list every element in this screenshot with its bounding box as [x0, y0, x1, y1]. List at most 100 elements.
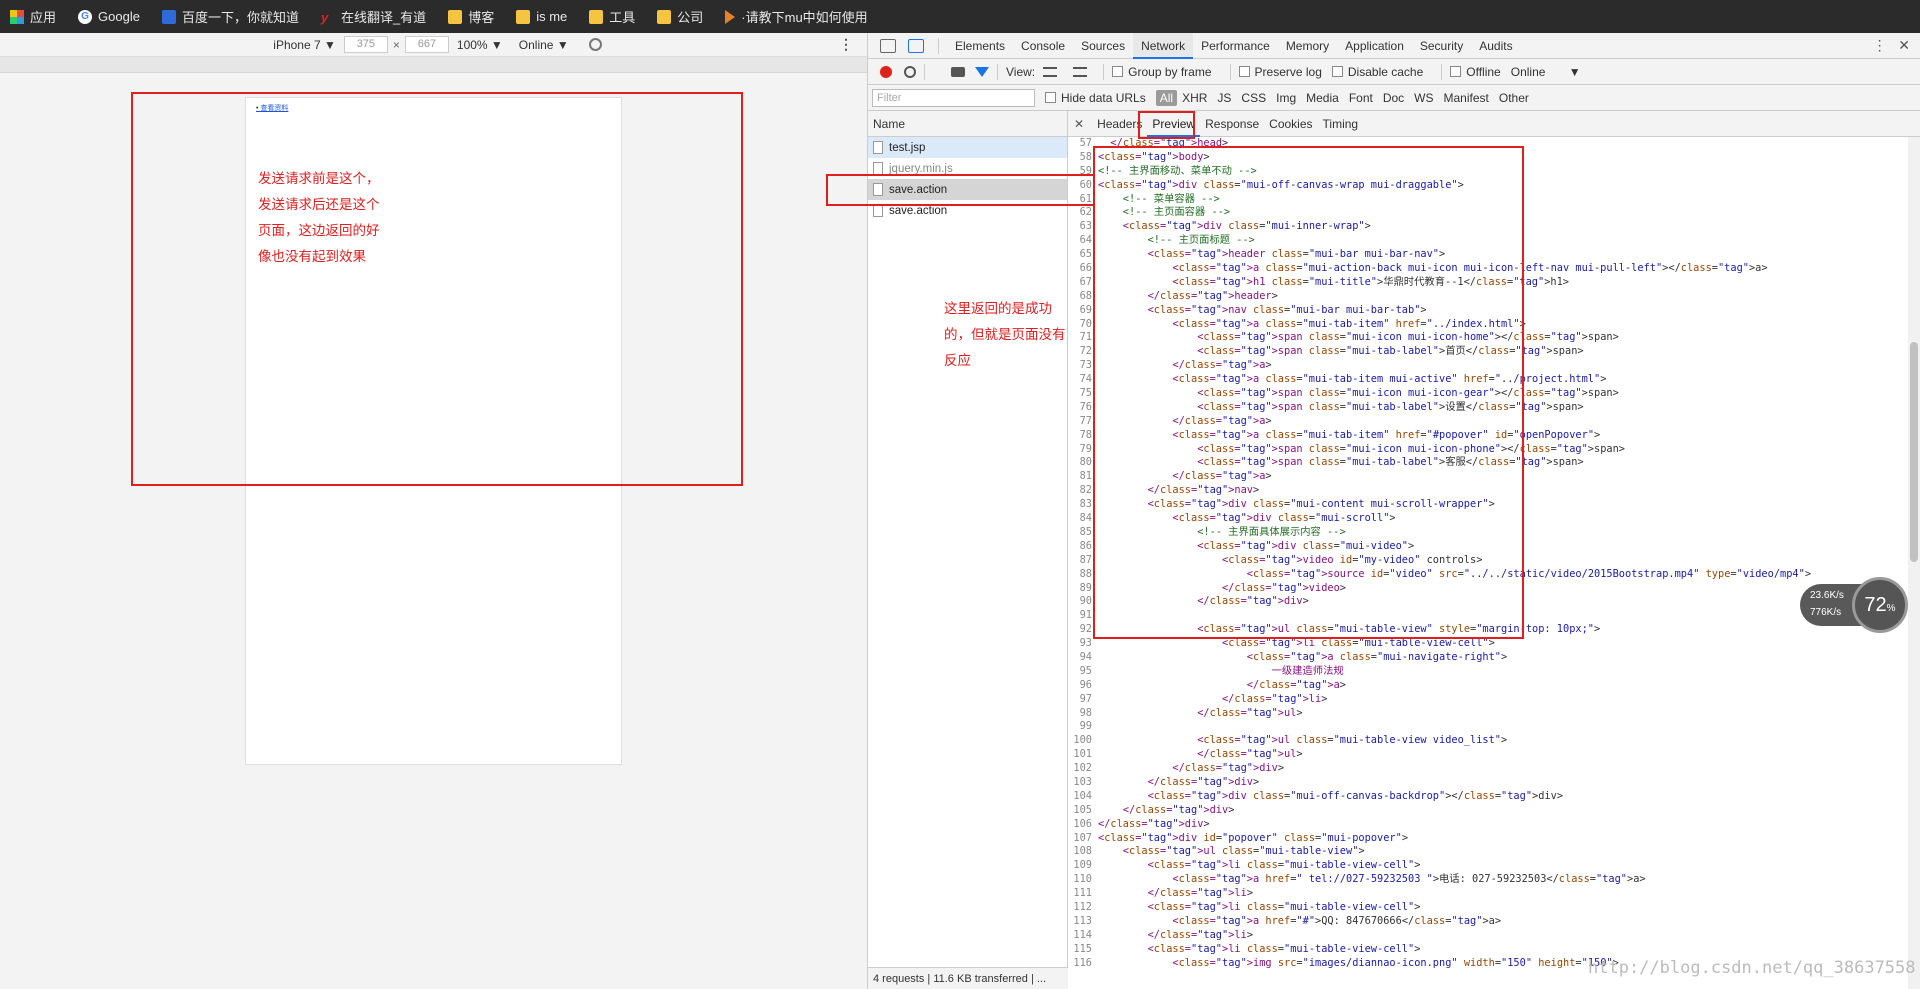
divider — [1103, 63, 1105, 80]
detail-tab-timing[interactable]: Timing — [1318, 111, 1364, 137]
filter-type-ws[interactable]: WS — [1409, 91, 1438, 105]
bookmark-item[interactable]: 工具 — [589, 7, 635, 26]
filter-type-other[interactable]: Other — [1494, 91, 1534, 105]
filter-type-xhr[interactable]: XHR — [1177, 91, 1212, 105]
checkbox-box[interactable] — [1450, 66, 1462, 77]
download-speed: 776K/s — [1810, 607, 1842, 618]
annotation-box-page — [131, 92, 743, 486]
name-column-header[interactable]: Name — [868, 111, 1067, 137]
inspect-icon[interactable] — [880, 38, 896, 53]
tab-network[interactable]: Network — [1133, 32, 1194, 59]
vertical-scrollbar[interactable] — [1908, 137, 1920, 989]
checkbox-box[interactable] — [1331, 66, 1343, 77]
disable-cache-label: Disable cache — [1347, 64, 1424, 79]
overview-icon[interactable] — [1073, 66, 1088, 77]
disable-cache-checkbox[interactable]: Disable cache — [1331, 64, 1424, 79]
code-line: 93 <class="tag">li class="mui-table-view… — [1068, 637, 1908, 651]
record-icon[interactable] — [880, 65, 892, 78]
capture-screenshots-icon[interactable] — [951, 66, 965, 77]
bookmark-item[interactable]: 百度一下，你就知道 — [161, 7, 299, 26]
filter-type-media[interactable]: Media — [1301, 91, 1344, 105]
code-text: <class="tag">li class="mui-table-view-ce… — [1098, 637, 1495, 650]
filter-type-css[interactable]: CSS — [1236, 91, 1271, 105]
network-toolbar: View: Group by frame Preserve log Disabl… — [868, 59, 1920, 85]
close-detail-icon[interactable]: ✕ — [1074, 117, 1084, 131]
tab-memory[interactable]: Memory — [1278, 33, 1337, 59]
more-options-icon[interactable]: ⋮ — [839, 36, 853, 53]
filter-icon[interactable] — [975, 66, 989, 77]
filter-type-manifest[interactable]: Manifest — [1439, 91, 1494, 105]
filter-input[interactable]: Filter — [872, 88, 1035, 107]
scrollbar-thumb[interactable] — [1910, 342, 1918, 562]
close-devtools-icon[interactable]: ⋮ ✕ — [1873, 37, 1910, 54]
line-number: 105 — [1073, 803, 1092, 816]
request-row[interactable]: test.jsp — [868, 137, 1067, 158]
code-line: 98 </class="tag">ul> — [1068, 707, 1908, 721]
filter-type-js[interactable]: JS — [1212, 91, 1236, 105]
tab-security[interactable]: Security — [1412, 33, 1471, 59]
bookmark-item[interactable]: ·请教下mu中如何使用 — [725, 7, 868, 26]
filter-type-font[interactable]: Font — [1344, 91, 1378, 105]
tab-sources[interactable]: Sources — [1073, 33, 1133, 59]
note-line: 的，但就是页面没有 — [944, 327, 1066, 342]
device-width-input[interactable]: 375 — [343, 36, 388, 53]
filter-type-img[interactable]: Img — [1271, 91, 1301, 105]
bookmark-item[interactable]: 公司 — [657, 7, 703, 26]
code-line: 99 — [1068, 720, 1908, 734]
filter-type-doc[interactable]: Doc — [1378, 91, 1409, 105]
hide-data-urls-checkbox[interactable]: Hide data URLs — [1045, 91, 1146, 105]
bookmark-item[interactable]: 博客 — [448, 7, 494, 26]
divider — [1441, 63, 1443, 80]
tab-application[interactable]: Application — [1337, 33, 1412, 59]
filter-type-all[interactable]: All — [1155, 89, 1178, 106]
note-line: 这里返回的是成功 — [944, 301, 1052, 316]
upload-speed: 23.6K/s — [1810, 590, 1844, 601]
tab-elements[interactable]: Elements — [947, 33, 1013, 59]
baidu-icon — [161, 9, 176, 24]
divider — [1229, 63, 1231, 80]
line-number: 104 — [1073, 789, 1092, 802]
folder-icon — [657, 9, 672, 24]
bookmark-item[interactable]: G Google — [78, 9, 140, 24]
offline-checkbox[interactable]: Offline — [1450, 65, 1501, 79]
large-rows-icon[interactable] — [1043, 66, 1058, 77]
line-number: 99 — [1079, 720, 1092, 733]
tab-console[interactable]: Console — [1013, 33, 1073, 59]
detail-tab-cookies[interactable]: Cookies — [1264, 111, 1317, 137]
divider — [938, 37, 939, 54]
code-text: </class="tag">ul> — [1098, 748, 1303, 761]
checkbox-box[interactable] — [1112, 66, 1124, 77]
devtools-tabs: Elements Console Sources Network Performance… — [868, 32, 1920, 59]
status-bar: 4 requests | 11.6 KB transferred | ... — [868, 967, 1068, 989]
checkbox-box[interactable] — [1238, 66, 1250, 77]
bookmark-label: Google — [98, 9, 140, 24]
rotate-icon[interactable] — [588, 38, 602, 51]
folder-icon — [589, 9, 604, 24]
device-select[interactable]: iPhone 7 ▼ — [273, 38, 336, 52]
code-line: 114 </class="tag">li> — [1068, 929, 1908, 943]
youdao-icon: y — [320, 9, 329, 25]
checkbox-box[interactable] — [1045, 92, 1056, 103]
code-line: 106 </class="tag">div> — [1068, 818, 1908, 832]
group-by-frame-checkbox[interactable]: Group by frame — [1112, 65, 1212, 79]
zoom-select[interactable]: 100% ▼ — [457, 38, 503, 52]
code-line: 95 一级建造师法规 — [1068, 665, 1908, 679]
line-number: 114 — [1073, 928, 1092, 941]
clear-icon[interactable] — [904, 65, 916, 78]
bookmark-item[interactable]: is me — [516, 9, 567, 24]
hide-data-urls-label: Hide data URLs — [1061, 90, 1146, 105]
bookmark-item[interactable]: y 在线翻译_有道 — [321, 7, 426, 26]
device-toolbar: iPhone 7 ▼ 375 × 667 100% ▼ Online ▼ ⋮ — [0, 33, 867, 57]
tab-audits[interactable]: Audits — [1471, 33, 1520, 59]
preserve-log-checkbox[interactable]: Preserve log — [1238, 65, 1322, 79]
device-toggle-icon[interactable] — [908, 38, 924, 53]
device-height-input[interactable]: 667 — [404, 36, 449, 53]
bookmark-item[interactable]: 应用 — [10, 7, 56, 26]
bookmarks-bar: 应用 G Google 百度一下，你就知道 y 在线翻译_有道 博客 is me 工具 公司 ·请教… — [0, 0, 1920, 33]
google-icon: G — [78, 9, 93, 24]
throttling-select[interactable]: Online ▼ — [1511, 65, 1581, 79]
memory-gauge[interactable]: 72% — [1852, 577, 1908, 633]
tab-performance[interactable]: Performance — [1193, 33, 1278, 59]
detail-tab-response[interactable]: Response — [1200, 111, 1264, 137]
throttle-select[interactable]: Online ▼ — [519, 38, 569, 52]
